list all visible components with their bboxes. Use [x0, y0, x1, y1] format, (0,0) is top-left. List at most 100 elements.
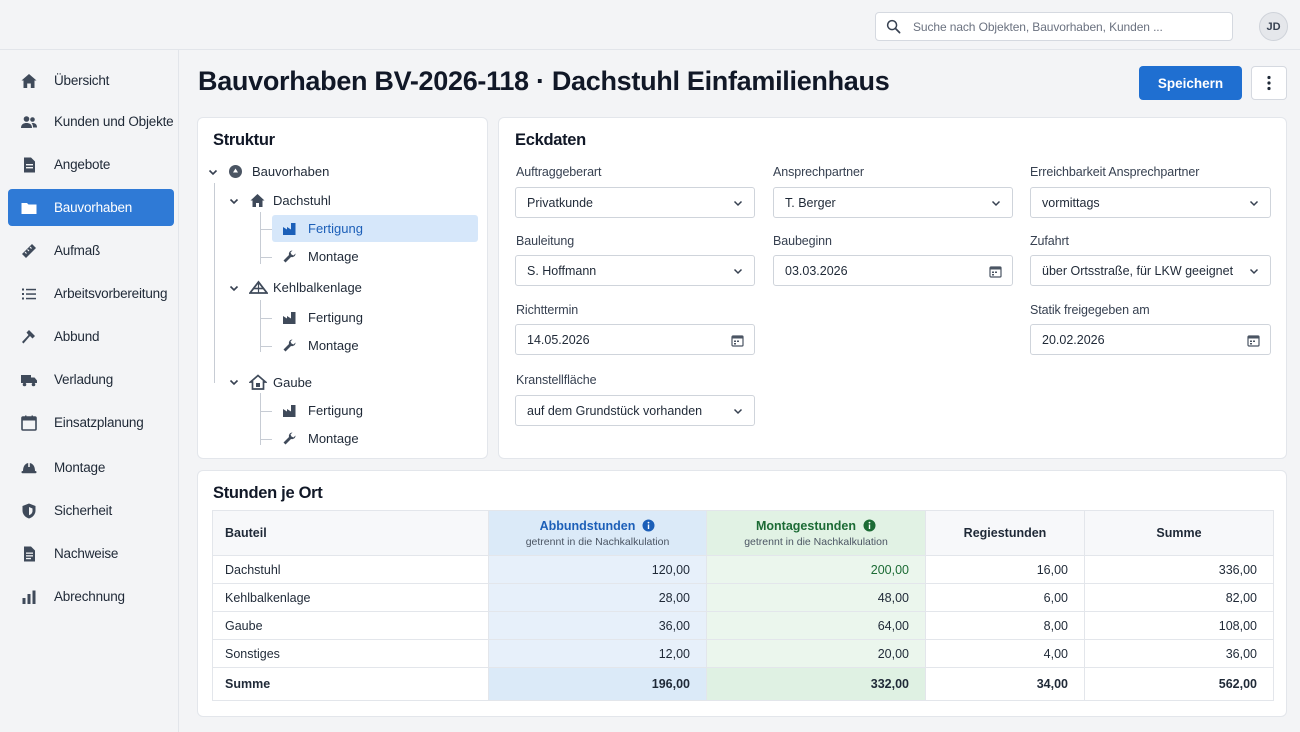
- sidebar-item-label: Nachweise: [54, 546, 119, 561]
- chevron-down-icon: [991, 200, 1001, 207]
- hours-table: Bauteil Abbundstunden getrennt in die Na…: [212, 510, 1274, 701]
- tree-leaf-montage[interactable]: Montage: [282, 431, 359, 446]
- page-title: Bauvorhaben BV-2026-118 · Dachstuhl Einf…: [198, 66, 890, 96]
- calendar-icon[interactable]: [1247, 334, 1260, 347]
- col-header-abbund: Abbundstunden getrennt in die Nachkalkul…: [488, 510, 707, 556]
- tree-guide-line: [260, 439, 272, 440]
- tree-guide-line: [260, 318, 272, 319]
- calendar-icon[interactable]: [731, 334, 744, 347]
- sidebar-item-verladung[interactable]: Verladung: [8, 361, 174, 398]
- col-header-regie: Regiestunden: [925, 510, 1085, 556]
- sidebar-item-einsatzplanung[interactable]: Einsatzplanung: [8, 404, 174, 441]
- tree-leaf-fertigung[interactable]: Fertigung: [282, 403, 363, 418]
- hours-title: Stunden je Ort: [213, 484, 323, 502]
- people-icon: [21, 115, 37, 128]
- cell-abbund[interactable]: 120,00: [488, 555, 707, 584]
- chevron-down-icon[interactable]: [228, 376, 240, 388]
- sidebar-item-bauvorhaben[interactable]: Bauvorhaben: [8, 189, 174, 226]
- sidebar-item-abrechnung[interactable]: Abrechnung: [8, 578, 174, 615]
- tree-guide-line: [260, 257, 272, 258]
- helmet-icon: [21, 461, 37, 473]
- richttermin-value: 14.05.2026: [527, 332, 590, 347]
- sidebar-item-nachweise[interactable]: Nachweise: [8, 535, 174, 572]
- cell-bauteil: Sonstiges: [212, 639, 489, 668]
- chevron-down-icon[interactable]: [228, 282, 240, 294]
- list-icon: [22, 288, 36, 299]
- sidebar-item-montage[interactable]: Montage: [8, 449, 174, 486]
- save-button[interactable]: Speichern: [1139, 66, 1242, 100]
- sidebar-item-angebote[interactable]: Angebote: [8, 146, 174, 183]
- col-header-bauteil: Bauteil: [212, 510, 489, 556]
- truss-icon: [249, 280, 268, 294]
- abbund-header-label: Abbundstunden: [539, 518, 636, 533]
- sidebar-item-label: Abrechnung: [54, 589, 125, 604]
- chevron-down-icon[interactable]: [207, 166, 219, 178]
- auftraggeberart-select[interactable]: Privatkunde: [515, 187, 755, 218]
- cell-regie[interactable]: 6,00: [925, 583, 1085, 612]
- structure-title: Struktur: [213, 131, 275, 149]
- bar-chart-icon: [22, 590, 36, 604]
- bauleitung-select[interactable]: S. Hoffmann: [515, 255, 755, 286]
- ansprechpartner-select[interactable]: T. Berger: [773, 187, 1013, 218]
- sidebar-item-label: Bauvorhaben: [54, 200, 133, 215]
- statik-date-input[interactable]: 20.02.2026: [1030, 324, 1271, 355]
- chevron-down-icon: [733, 408, 743, 415]
- sidebar-item-aufmass[interactable]: Aufmaß: [8, 232, 174, 269]
- tree-node-kehlbalkenlage[interactable]: Kehlbalkenlage: [228, 280, 362, 295]
- folder-icon: [21, 202, 37, 214]
- cell-abbund[interactable]: 36,00: [488, 611, 707, 640]
- tree-leaf-montage[interactable]: Montage: [282, 249, 359, 264]
- tree-node-gaube[interactable]: Gaube: [228, 374, 312, 390]
- cell-abbund[interactable]: 12,00: [488, 639, 707, 668]
- user-avatar[interactable]: JD: [1259, 12, 1288, 41]
- search-input[interactable]: Suche nach Objekten, Bauvorhaben, Kunden…: [875, 12, 1233, 41]
- cell-regie[interactable]: 16,00: [925, 555, 1085, 584]
- more-options-button[interactable]: [1251, 66, 1287, 100]
- cell-regie[interactable]: 8,00: [925, 611, 1085, 640]
- cell-summe: 82,00: [1084, 583, 1274, 612]
- table-row: Kehlbalkenlage 28,00 48,00 6,00 82,00: [212, 583, 1274, 612]
- sidebar-item-kunden[interactable]: Kunden und Objekte: [8, 103, 174, 140]
- cell-montage[interactable]: 48,00: [706, 583, 926, 612]
- bauleitung-value: S. Hoffmann: [527, 263, 597, 278]
- cell-regie[interactable]: 4,00: [925, 639, 1085, 668]
- auftraggeberart-value: Privatkunde: [527, 195, 594, 210]
- erreichbarkeit-select[interactable]: vormittags: [1030, 187, 1271, 218]
- report-icon: [24, 546, 35, 561]
- abbund-header-sub: getrennt in die Nachkalkulation: [525, 535, 670, 548]
- tree-node-dachstuhl[interactable]: Dachstuhl: [228, 192, 331, 209]
- truck-icon: [21, 374, 37, 386]
- col-header-montage: Montagestunden getrennt in die Nachkalku…: [706, 510, 926, 556]
- richttermin-label: Richttermin: [516, 303, 579, 317]
- calendar-icon[interactable]: [989, 265, 1002, 278]
- factory-icon: [283, 312, 296, 324]
- ansprechpartner-label: Ansprechpartner: [773, 165, 864, 179]
- tree-node-label: Montage: [308, 338, 359, 353]
- sidebar-item-uebersicht[interactable]: Übersicht: [8, 62, 174, 99]
- zufahrt-select[interactable]: über Ortsstraße, für LKW geeignet: [1030, 255, 1271, 286]
- tree-leaf-fertigung[interactable]: Fertigung: [282, 310, 363, 325]
- info-icon[interactable]: [863, 519, 876, 532]
- tree-leaf-fertigung[interactable]: Fertigung: [282, 221, 363, 236]
- chevron-down-icon[interactable]: [228, 195, 240, 207]
- sidebar-item-sicherheit[interactable]: Sicherheit: [8, 492, 174, 529]
- kranstellflaeche-select[interactable]: auf dem Grundstück vorhanden: [515, 395, 755, 426]
- baubeginn-date-input[interactable]: 03.03.2026: [773, 255, 1013, 286]
- cell-montage[interactable]: 20,00: [706, 639, 926, 668]
- richttermin-date-input[interactable]: 14.05.2026: [515, 324, 755, 355]
- chevron-down-icon: [1249, 268, 1259, 275]
- tree-node-label: Montage: [308, 431, 359, 446]
- calendar-icon: [21, 415, 37, 431]
- info-icon[interactable]: [642, 519, 655, 532]
- cell-abbund-total: 196,00: [488, 667, 707, 701]
- cell-montage[interactable]: 200,00: [706, 555, 926, 584]
- cell-summe-total: 562,00: [1084, 667, 1274, 701]
- tree-node-root[interactable]: Bauvorhaben: [207, 164, 329, 179]
- tree-leaf-montage[interactable]: Montage: [282, 338, 359, 353]
- sidebar-item-arbeitsvorbereitung[interactable]: Arbeitsvorbereitung: [8, 275, 174, 312]
- tree-node-label: Bauvorhaben: [252, 164, 330, 179]
- sidebar-item-abbund[interactable]: Abbund: [8, 318, 174, 355]
- baubeginn-label: Baubeginn: [773, 234, 832, 248]
- cell-abbund[interactable]: 28,00: [488, 583, 707, 612]
- cell-montage[interactable]: 64,00: [706, 611, 926, 640]
